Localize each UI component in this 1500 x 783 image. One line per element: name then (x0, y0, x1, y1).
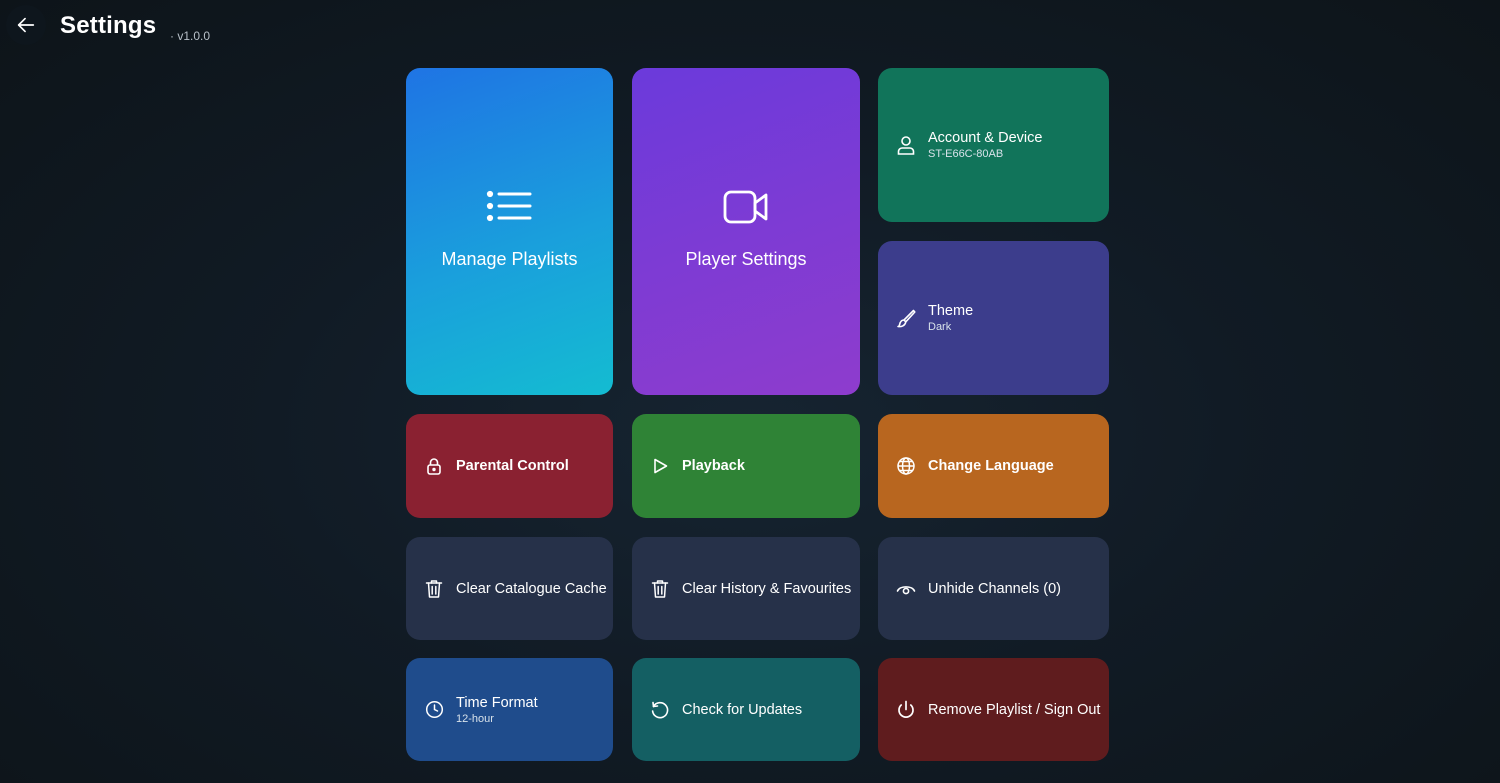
clear-history-favourites-label: Clear History & Favourites (682, 580, 852, 597)
playback-label: Playback (682, 458, 745, 474)
player-settings-label: Player Settings (685, 249, 807, 269)
change-language-tile[interactable]: Change Language (878, 414, 1109, 518)
eye-icon (896, 579, 916, 599)
check-updates-label: Check for Updates (682, 701, 803, 718)
time-format-label: Time Format (456, 694, 538, 711)
lock-icon (424, 456, 444, 476)
video-camera-icon (721, 187, 771, 227)
check-updates-tile[interactable]: Check for Updates (632, 658, 860, 761)
list-icon (485, 187, 535, 227)
power-icon (896, 700, 916, 720)
page-title: Settings (60, 12, 157, 39)
remove-playlist-label: Remove Playlist / Sign Out (928, 701, 1101, 718)
clear-catalogue-cache-tile[interactable]: Clear Catalogue Cache (406, 537, 613, 640)
unhide-channels-label: Unhide Channels (0) (928, 580, 1061, 597)
account-device-label: Account & Device (928, 130, 1043, 146)
playback-tile[interactable]: Playback (632, 414, 860, 518)
unhide-channels-tile[interactable]: Unhide Channels (0) (878, 537, 1109, 640)
back-button[interactable] (6, 5, 46, 45)
theme-tile[interactable]: Theme Dark (878, 241, 1109, 395)
theme-label: Theme (928, 303, 974, 319)
refresh-icon (650, 700, 670, 720)
user-icon (896, 135, 916, 155)
clear-catalogue-cache-label: Clear Catalogue Cache (456, 580, 607, 597)
parental-control-label: Parental Control (456, 458, 569, 474)
brush-icon (896, 308, 916, 328)
remove-playlist-tile[interactable]: Remove Playlist / Sign Out (878, 658, 1109, 761)
time-format-tile[interactable]: Time Format 12-hour (406, 658, 613, 761)
version-label: · v1.0.0 (170, 29, 211, 43)
account-device-tile[interactable]: Account & Device ST-E66C-80AB (878, 68, 1109, 222)
arrow-left-icon (17, 17, 35, 33)
player-settings-tile[interactable]: Player Settings (632, 68, 860, 395)
play-icon (650, 456, 670, 476)
change-language-label: Change Language (928, 458, 1054, 474)
clock-icon (424, 700, 444, 720)
device-id: ST-E66C-80AB (928, 148, 1004, 160)
manage-playlists-tile[interactable]: Manage Playlists (406, 68, 613, 395)
trash-icon (650, 579, 670, 599)
manage-playlists-label: Manage Playlists (441, 249, 578, 269)
parental-control-tile[interactable]: Parental Control (406, 414, 613, 518)
time-format-value: 12-hour (456, 712, 494, 725)
theme-value: Dark (928, 321, 952, 333)
globe-icon (896, 456, 916, 476)
trash-icon (424, 579, 444, 599)
clear-history-favourites-tile[interactable]: Clear History & Favourites (632, 537, 860, 640)
